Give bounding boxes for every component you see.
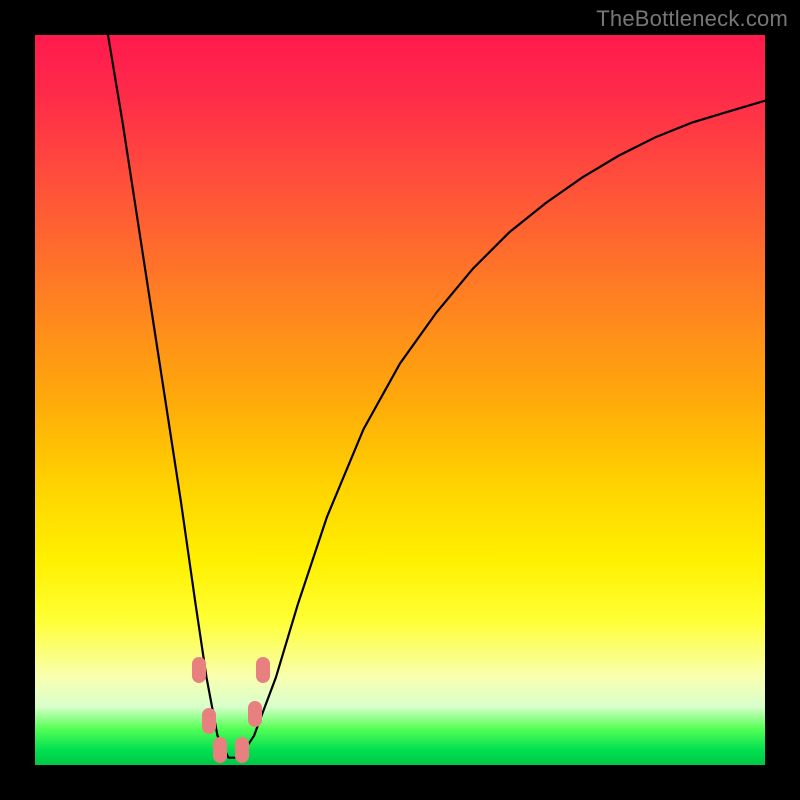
- curve-marker: [248, 701, 262, 727]
- curve-marker: [256, 657, 270, 683]
- watermark-text: TheBottleneck.com: [596, 6, 788, 32]
- plot-area: [35, 35, 765, 765]
- chart-container: TheBottleneck.com: [0, 0, 800, 800]
- curve-marker: [235, 737, 249, 763]
- curve-marker: [213, 737, 227, 763]
- curve-marker: [202, 708, 216, 734]
- bottleneck-curve: [35, 35, 765, 765]
- curve-marker: [192, 657, 206, 683]
